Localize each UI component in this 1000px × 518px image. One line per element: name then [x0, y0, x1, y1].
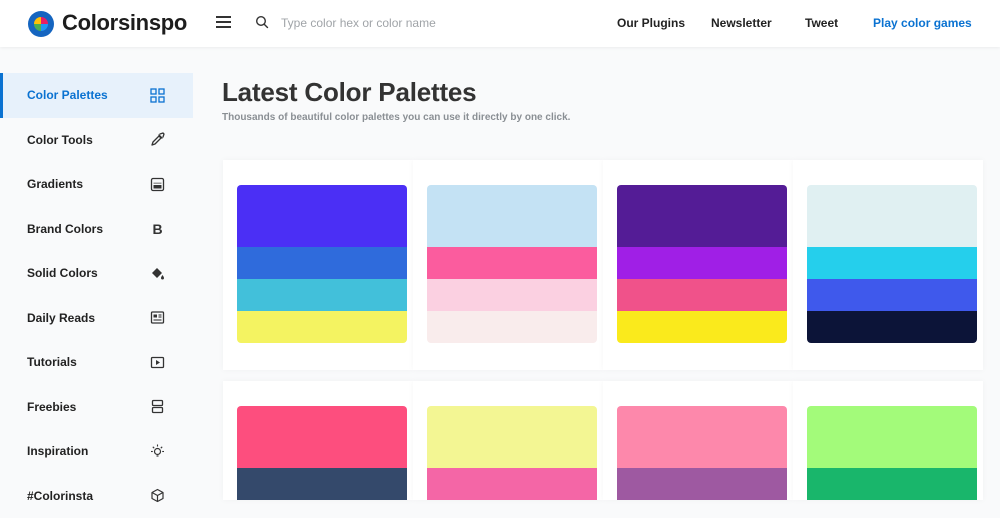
sidebar-item-label: Daily Reads	[27, 311, 95, 325]
palette-card	[603, 381, 793, 500]
logo-icon[interactable]	[28, 11, 54, 37]
lightbulb-icon	[150, 444, 165, 459]
nav-our-plugins[interactable]: Our Plugins	[617, 16, 685, 30]
color-swatch[interactable]	[427, 279, 597, 311]
sidebar-item-label: Gradients	[27, 177, 83, 191]
palette-card	[223, 160, 413, 370]
search-input[interactable]	[279, 12, 583, 34]
sidebar-item-tutorials[interactable]: Tutorials	[0, 340, 193, 385]
color-palette[interactable]	[617, 185, 787, 343]
play-video-icon	[150, 355, 165, 370]
brand-name[interactable]: Colorsinspo	[62, 10, 187, 36]
nav-newsletter[interactable]: Newsletter	[711, 16, 772, 30]
sidebar-item-inspiration[interactable]: Inspiration	[0, 429, 193, 474]
color-swatch[interactable]	[807, 247, 977, 279]
color-palette[interactable]	[807, 185, 977, 343]
bold-b-icon: B	[150, 221, 165, 236]
color-swatch[interactable]	[237, 185, 407, 247]
sidebar-item-daily-reads[interactable]: Daily Reads	[0, 296, 193, 341]
sidebar-item-label: Solid Colors	[27, 266, 98, 280]
hamburger-menu-icon[interactable]	[216, 16, 231, 28]
color-palette[interactable]	[617, 406, 787, 500]
sidebar-item-color-palettes[interactable]: Color Palettes	[0, 73, 193, 118]
color-swatch[interactable]	[427, 406, 597, 468]
color-swatch[interactable]	[617, 311, 787, 343]
top-header: Colorsinspo Our Plugins Newsletter Tweet…	[0, 0, 1000, 47]
sidebar-item-label: Freebies	[27, 400, 76, 414]
color-swatch[interactable]	[617, 279, 787, 311]
nav-play-color-games[interactable]: Play color games	[873, 16, 972, 30]
color-swatch[interactable]	[237, 279, 407, 311]
color-palette[interactable]	[427, 185, 597, 343]
layers-icon	[150, 399, 165, 414]
color-swatch[interactable]	[617, 185, 787, 247]
sidebar-item-label: #Colorinsta	[27, 489, 93, 503]
sidebar: Color Palettes Color Tools Gradients Bra…	[0, 73, 193, 518]
color-swatch[interactable]	[237, 247, 407, 279]
color-palette[interactable]	[807, 406, 977, 500]
sidebar-item-color-tools[interactable]: Color Tools	[0, 118, 193, 163]
grid-icon	[150, 88, 165, 103]
color-swatch[interactable]	[807, 406, 977, 468]
newspaper-icon	[150, 310, 165, 325]
color-swatch[interactable]	[807, 468, 977, 500]
palette-card	[793, 160, 983, 370]
palette-card	[413, 381, 603, 500]
color-swatch[interactable]	[617, 468, 787, 500]
color-swatch[interactable]	[807, 185, 977, 247]
color-swatch[interactable]	[617, 247, 787, 279]
color-swatch[interactable]	[807, 279, 977, 311]
color-swatch[interactable]	[427, 311, 597, 343]
paint-bucket-icon	[150, 266, 165, 281]
cube-icon	[150, 488, 165, 503]
color-palette[interactable]	[237, 406, 407, 500]
search-icon	[255, 15, 269, 29]
sidebar-item-label: Tutorials	[27, 355, 77, 369]
color-swatch[interactable]	[617, 406, 787, 468]
sidebar-item-label: Brand Colors	[27, 222, 103, 236]
palette-card	[223, 381, 413, 500]
sidebar-item-solid-colors[interactable]: Solid Colors	[0, 251, 193, 296]
page-subtitle: Thousands of beautiful color palettes yo…	[222, 112, 570, 123]
nav-tweet[interactable]: Tweet	[805, 16, 838, 30]
color-swatch[interactable]	[427, 468, 597, 500]
gradient-icon	[150, 177, 165, 192]
color-palette[interactable]	[237, 185, 407, 343]
color-swatch[interactable]	[237, 311, 407, 343]
sidebar-item-label: Color Palettes	[27, 88, 108, 102]
palette-card	[603, 160, 793, 370]
color-swatch[interactable]	[807, 311, 977, 343]
color-swatch[interactable]	[427, 247, 597, 279]
palette-card	[793, 381, 983, 500]
sidebar-item-colorinsta[interactable]: #Colorinsta	[0, 474, 193, 518]
sidebar-item-brand-colors[interactable]: Brand Colors B	[0, 207, 193, 252]
page-title: Latest Color Palettes	[222, 77, 476, 108]
sidebar-item-gradients[interactable]: Gradients	[0, 162, 193, 207]
sidebar-item-freebies[interactable]: Freebies	[0, 385, 193, 430]
palette-card	[413, 160, 603, 370]
eyedropper-icon	[150, 132, 165, 147]
color-palette[interactable]	[427, 406, 597, 500]
sidebar-item-label: Color Tools	[27, 133, 93, 147]
color-swatch[interactable]	[237, 406, 407, 468]
sidebar-item-label: Inspiration	[27, 444, 88, 458]
color-swatch[interactable]	[427, 185, 597, 247]
color-swatch[interactable]	[237, 468, 407, 500]
